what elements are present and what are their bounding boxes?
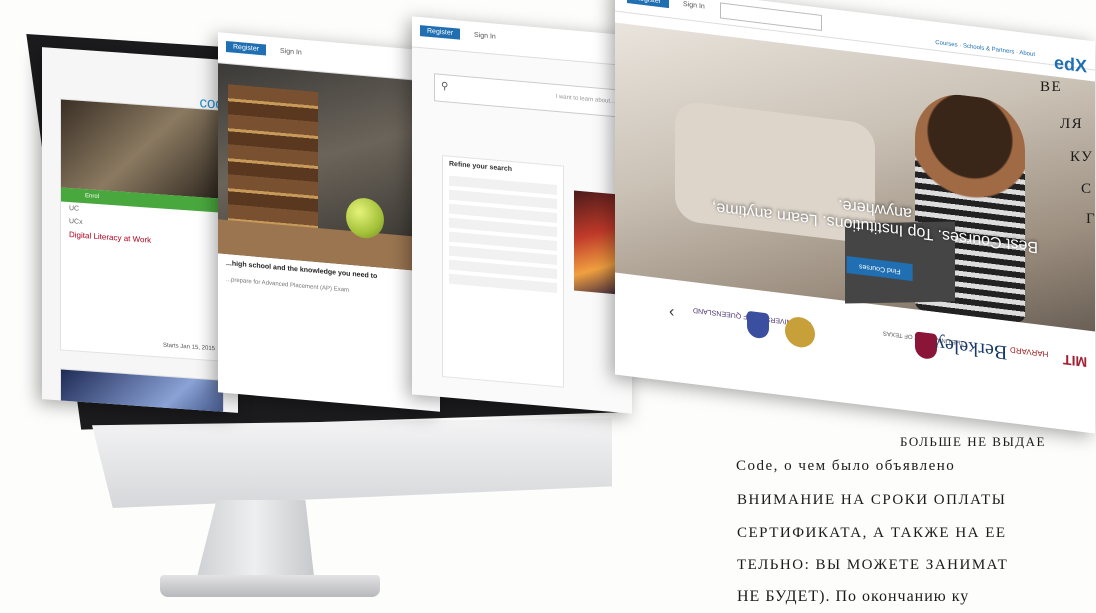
site-header: Register Sign In [412, 16, 632, 67]
search-input[interactable]: ⚲ I want to learn about... [434, 73, 622, 118]
search-icon: ⚲ [441, 80, 449, 93]
student-hero-image: Best Courses. Top Institutions. Learn an… [615, 22, 1095, 332]
course-start-date: Starts Jan 15, 2015 [162, 342, 215, 353]
high-school-course-screen: Register Sign In ...high school and the … [218, 32, 440, 412]
book-page: coon Enrol UC UCx Digital Literacy at Wo… [0, 0, 1096, 613]
book-text-line: СЕРТИФИКАТА, А ТАКЖЕ НА ЕЕ [737, 525, 1007, 541]
book-text-line: ВНИМАНИЕ НА СРОКИ ОПЛАТЫ [737, 492, 1007, 508]
course-thumbnail [61, 99, 223, 199]
edx-homepage-screen: Register Sign In Courses · Schools & Par… [615, 0, 1095, 434]
register-button[interactable]: Register [627, 0, 670, 9]
course-card[interactable]: Enrol UC UCx Digital Literacy at Work St… [60, 98, 224, 362]
edx-logo[interactable]: edX [1054, 52, 1087, 77]
berkeley-logo[interactable]: Berkeley [935, 332, 1007, 364]
course-listing-screen: coon Enrol UC UCx Digital Literacy at Wo… [42, 47, 238, 413]
search-placeholder: I want to learn about... [555, 93, 615, 106]
book-text-line: Code, о чем было объявлено [736, 458, 956, 474]
signin-link[interactable]: Sign In [683, 1, 705, 11]
register-button[interactable]: Register [420, 25, 461, 40]
book-text-right-line: Г [1086, 211, 1096, 227]
book-text-right-line: С [1081, 181, 1093, 197]
book-text-right-line: КУ [1070, 149, 1094, 165]
monitor-foot [160, 575, 380, 597]
book-text-line: ТЕЛЬНО: ВЫ МОЖЕТЕ ЗАНИМАТ [737, 557, 1009, 573]
register-button[interactable]: Register [226, 40, 267, 56]
university-shield-icon[interactable] [747, 310, 769, 340]
monitor-chin [92, 418, 612, 508]
header-search-input[interactable] [720, 2, 822, 31]
chevron-left-icon[interactable]: ‹ [669, 303, 674, 322]
book-text-line: НЕ БУДЕТ). По окончанию ку [737, 588, 970, 605]
signin-link[interactable]: Sign In [280, 48, 302, 57]
texas-shield-icon[interactable] [915, 331, 937, 361]
refine-search-panel: Refine your search [442, 155, 564, 388]
monitor-stand [195, 500, 315, 585]
harvard-logo[interactable]: HARVARD [1010, 345, 1048, 359]
book-text-right-line: ЛЯ [1060, 116, 1084, 132]
book-stack [228, 84, 318, 243]
search-screen: Register Sign In ⚲ I want to learn about… [412, 16, 632, 414]
book-text-right-line: ВЕ [1040, 79, 1063, 95]
books-apple-hero-image [218, 63, 440, 273]
signin-link[interactable]: Sign In [474, 32, 496, 41]
book-text-line: БОЛЬШЕ НЕ ВЫДАЕ [900, 434, 1046, 449]
mit-logo[interactable]: MIT [1063, 352, 1087, 371]
nav-links[interactable]: Courses · Schools & Partners · About [935, 40, 1035, 58]
